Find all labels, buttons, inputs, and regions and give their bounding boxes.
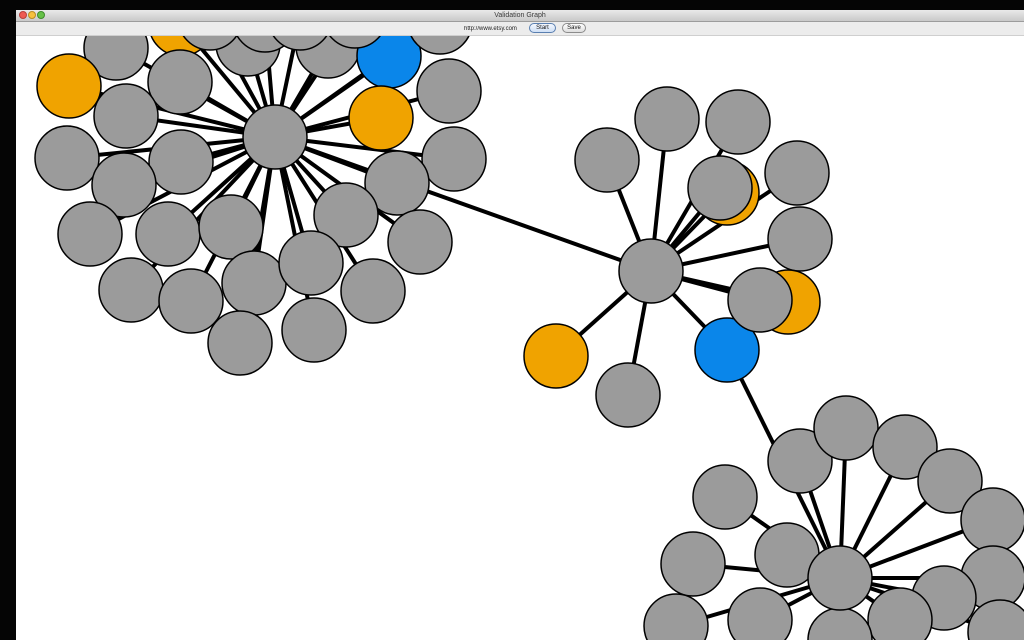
node-layer — [34, 36, 1024, 640]
leaf-node-gray[interactable] — [340, 258, 406, 324]
graph-svg — [34, 36, 1024, 640]
leaf-node-gray[interactable] — [147, 49, 213, 115]
leaf-node-gray[interactable] — [281, 297, 347, 363]
window-title: Validation Graph — [494, 12, 546, 19]
url-input[interactable] — [464, 24, 528, 33]
leaf-node-orange[interactable] — [348, 85, 414, 151]
leaf-node-gray[interactable] — [960, 487, 1024, 553]
leaf-node-gray[interactable] — [34, 125, 100, 191]
leaf-node-gray[interactable] — [158, 268, 224, 334]
start-button[interactable]: Start — [529, 23, 556, 33]
graph-canvas[interactable] — [16, 36, 1024, 640]
leaf-node-gray[interactable] — [705, 89, 771, 155]
leaf-node-gray[interactable] — [221, 250, 287, 316]
leaf-node-gray[interactable] — [93, 83, 159, 149]
leaf-node-gray[interactable] — [595, 362, 661, 428]
leaf-node-gray[interactable] — [692, 464, 758, 530]
leaf-node-gray[interactable] — [767, 206, 833, 272]
toolbar: Start Save — [16, 22, 1024, 36]
leaf-node-gray[interactable] — [764, 140, 830, 206]
save-button[interactable]: Save — [562, 23, 586, 33]
leaf-node-gray[interactable] — [634, 86, 700, 152]
leaf-node-gray[interactable] — [148, 129, 214, 195]
leaf-node-gray[interactable] — [387, 209, 453, 275]
hub-node[interactable] — [242, 104, 308, 170]
leaf-node-gray[interactable] — [574, 127, 640, 193]
app-window: Validation Graph Start Save — [16, 10, 1024, 640]
hub-node[interactable] — [618, 238, 684, 304]
leaf-node-gray[interactable] — [643, 593, 709, 640]
hub-node[interactable] — [807, 545, 873, 611]
leaf-node-gray[interactable] — [421, 126, 487, 192]
leaf-node-gray[interactable] — [687, 155, 753, 221]
leaf-node-gray[interactable] — [813, 395, 879, 461]
leaf-node-gray[interactable] — [57, 201, 123, 267]
leaf-node-gray[interactable] — [135, 201, 201, 267]
leaf-node-gray[interactable] — [807, 607, 873, 640]
title-bar: Validation Graph — [16, 10, 1024, 22]
leaf-node-gray[interactable] — [727, 267, 793, 333]
leaf-node-orange[interactable] — [36, 53, 102, 119]
leaf-node-gray[interactable] — [660, 531, 726, 597]
leaf-node-gray[interactable] — [198, 194, 264, 260]
leaf-node-gray[interactable] — [207, 310, 273, 376]
leaf-node-orange[interactable] — [523, 323, 589, 389]
leaf-node-gray[interactable] — [98, 257, 164, 323]
leaf-node-gray[interactable] — [278, 230, 344, 296]
leaf-node-gray[interactable] — [416, 58, 482, 124]
